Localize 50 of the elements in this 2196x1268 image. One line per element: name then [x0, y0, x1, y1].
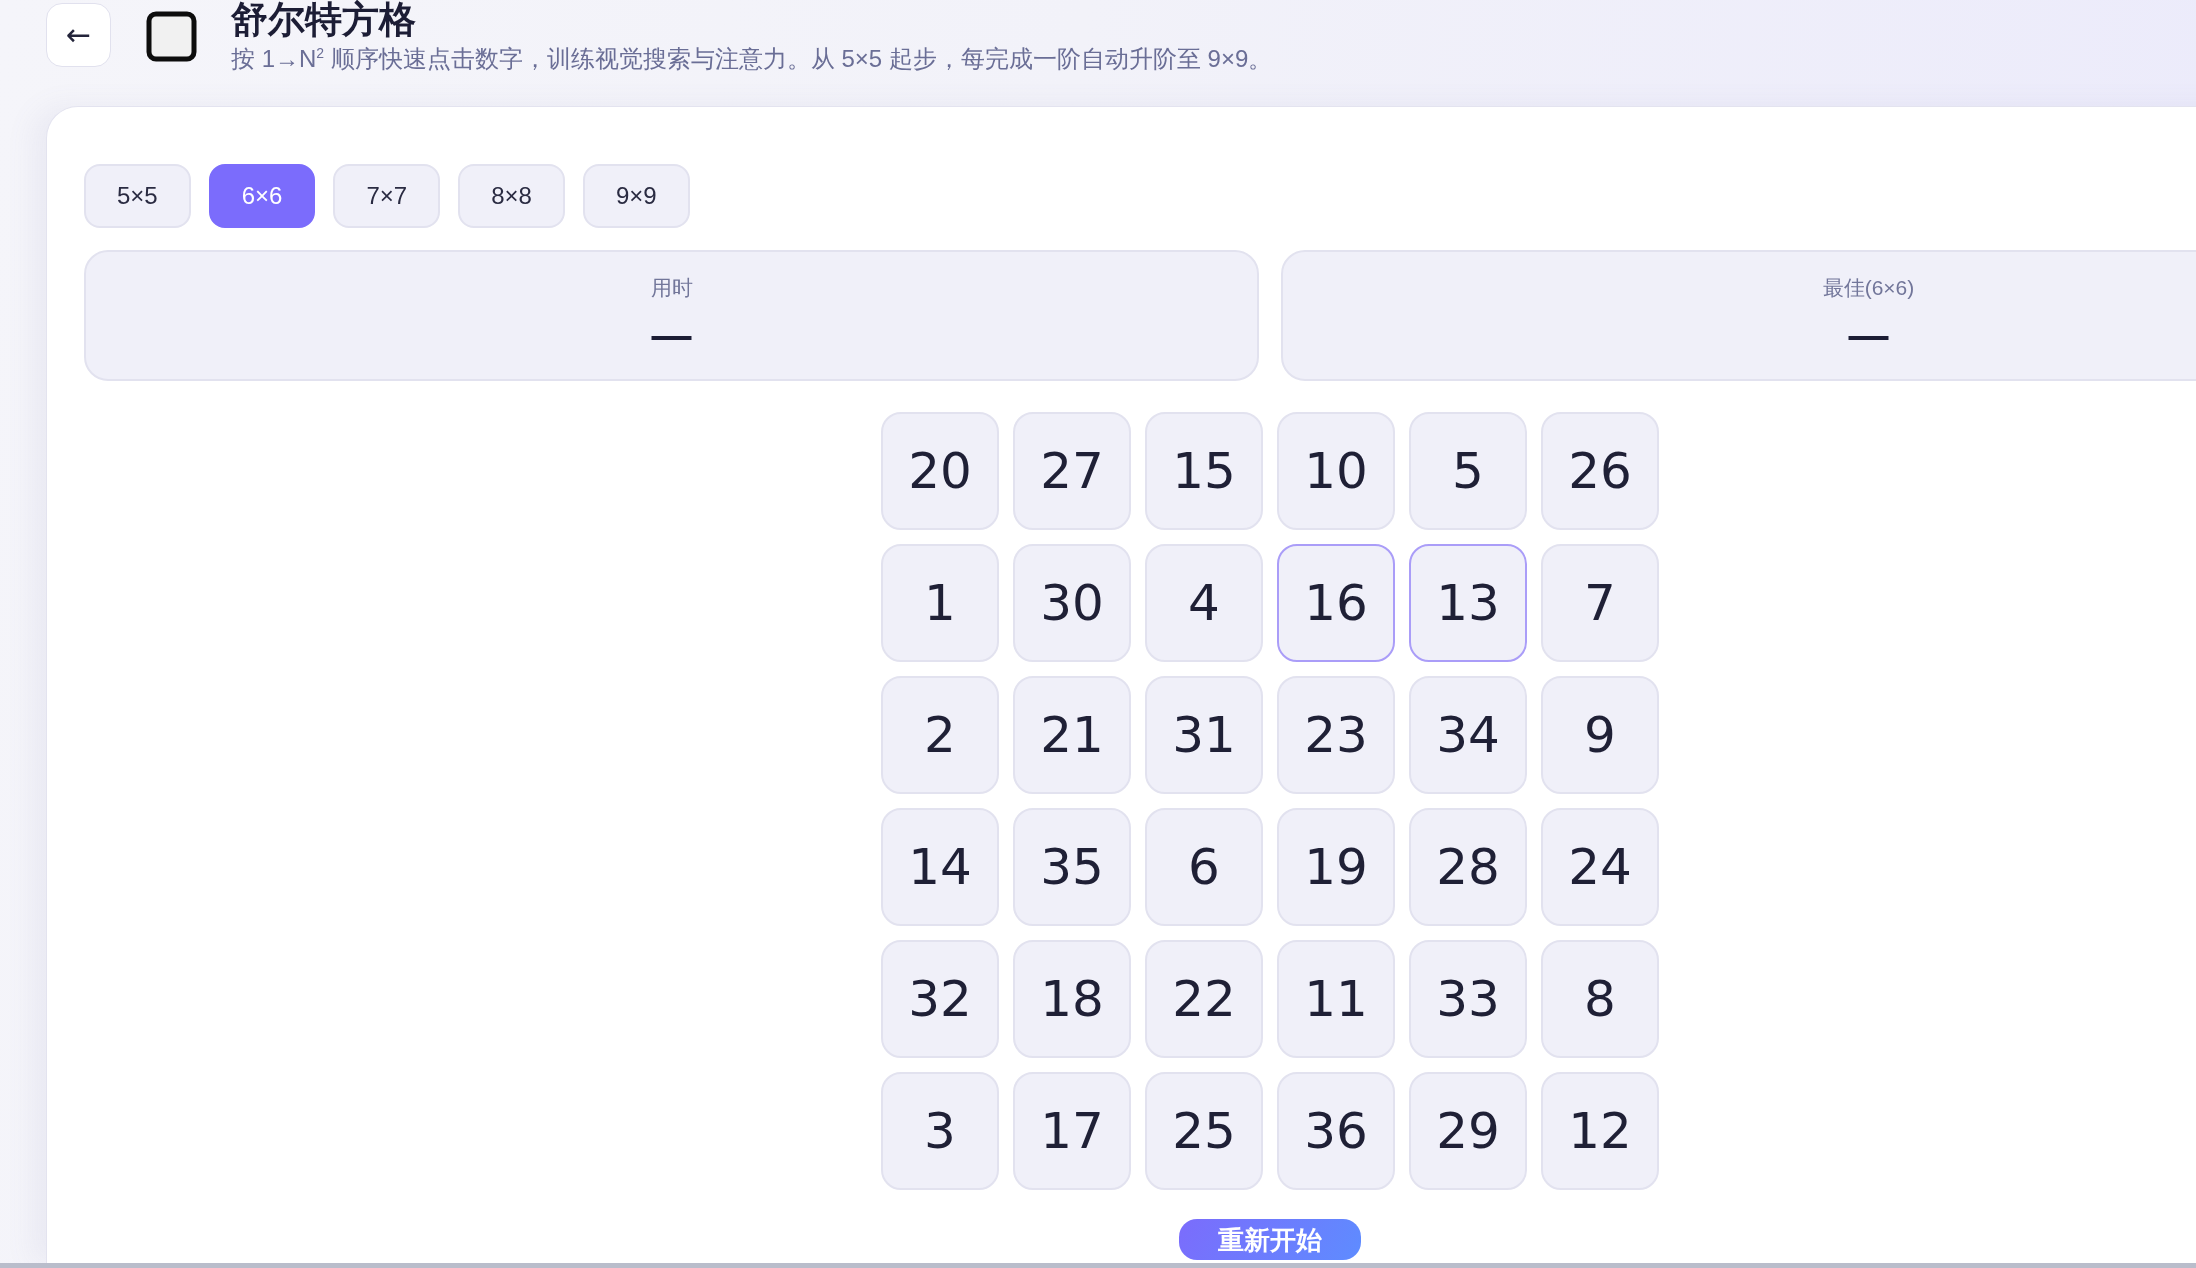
number-tile[interactable]: 4	[1145, 544, 1263, 662]
back-button[interactable]: ←	[46, 3, 111, 67]
number-tile[interactable]: 10	[1277, 412, 1395, 530]
number-tile[interactable]: 33	[1409, 940, 1527, 1058]
number-tile[interactable]: 27	[1013, 412, 1131, 530]
size-tab[interactable]: 5×5	[84, 164, 191, 228]
stat-value: —	[1848, 312, 1889, 359]
number-tile[interactable]: 7	[1541, 544, 1659, 662]
size-tab[interactable]: 8×8	[458, 164, 565, 228]
size-tab[interactable]: 6×6	[208, 164, 316, 228]
number-tile[interactable]: 32	[881, 940, 999, 1058]
number-tile[interactable]: 31	[1145, 676, 1263, 794]
square-icon	[146, 11, 197, 62]
number-tile[interactable]: 1	[881, 544, 999, 662]
page-title: 舒尔特方格	[231, 0, 417, 40]
number-tile[interactable]: 6	[1145, 808, 1263, 926]
number-tile[interactable]: 23	[1277, 676, 1395, 794]
number-tile[interactable]: 5	[1409, 412, 1527, 530]
number-tile[interactable]: 2	[881, 676, 999, 794]
number-tile[interactable]: 8	[1541, 940, 1659, 1058]
number-tile[interactable]: 20	[881, 412, 999, 530]
number-tile[interactable]: 35	[1013, 808, 1131, 926]
number-tile[interactable]: 29	[1409, 1072, 1527, 1190]
number-tile[interactable]: 14	[881, 808, 999, 926]
number-tile[interactable]: 26	[1541, 412, 1659, 530]
page-subtitle: 按 1→N$^{2}$ 顺序快速点击数字，训练视觉搜索与注意力。从 5×5 起步，每完成一阶自动升阶至 9×9。	[231, 44, 1273, 74]
number-tile[interactable]: 24	[1541, 808, 1659, 926]
stat-label: 最佳(6×6)	[1822, 275, 1915, 301]
size-tab[interactable]: 9×9	[582, 164, 690, 228]
number-tile[interactable]: 34	[1409, 676, 1527, 794]
number-tile[interactable]: 11	[1277, 940, 1395, 1058]
number-tile[interactable]: 12	[1541, 1072, 1659, 1190]
number-tile[interactable]: 15	[1145, 412, 1263, 530]
number-tile[interactable]: 28	[1409, 808, 1527, 926]
stat-label: 用时	[650, 275, 693, 301]
number-tile[interactable]: 18	[1013, 940, 1131, 1058]
number-tile[interactable]: 19	[1277, 808, 1395, 926]
size-tab[interactable]: 7×7	[333, 164, 441, 228]
number-tile[interactable]: 30	[1013, 544, 1131, 662]
number-tile[interactable]: 16	[1277, 544, 1395, 662]
number-tile[interactable]: 36	[1277, 1072, 1395, 1190]
restart-button[interactable]: 重新开始	[1179, 1219, 1361, 1260]
number-tile[interactable]: 22	[1145, 940, 1263, 1058]
number-tile[interactable]: 21	[1013, 676, 1131, 794]
number-tile[interactable]: 3	[881, 1072, 999, 1190]
number-tile[interactable]: 25	[1145, 1072, 1263, 1190]
number-tile[interactable]: 9	[1541, 676, 1659, 794]
stat-value: —	[651, 312, 692, 359]
number-tile[interactable]: 13	[1409, 544, 1527, 662]
number-tile[interactable]: 17	[1013, 1072, 1131, 1190]
